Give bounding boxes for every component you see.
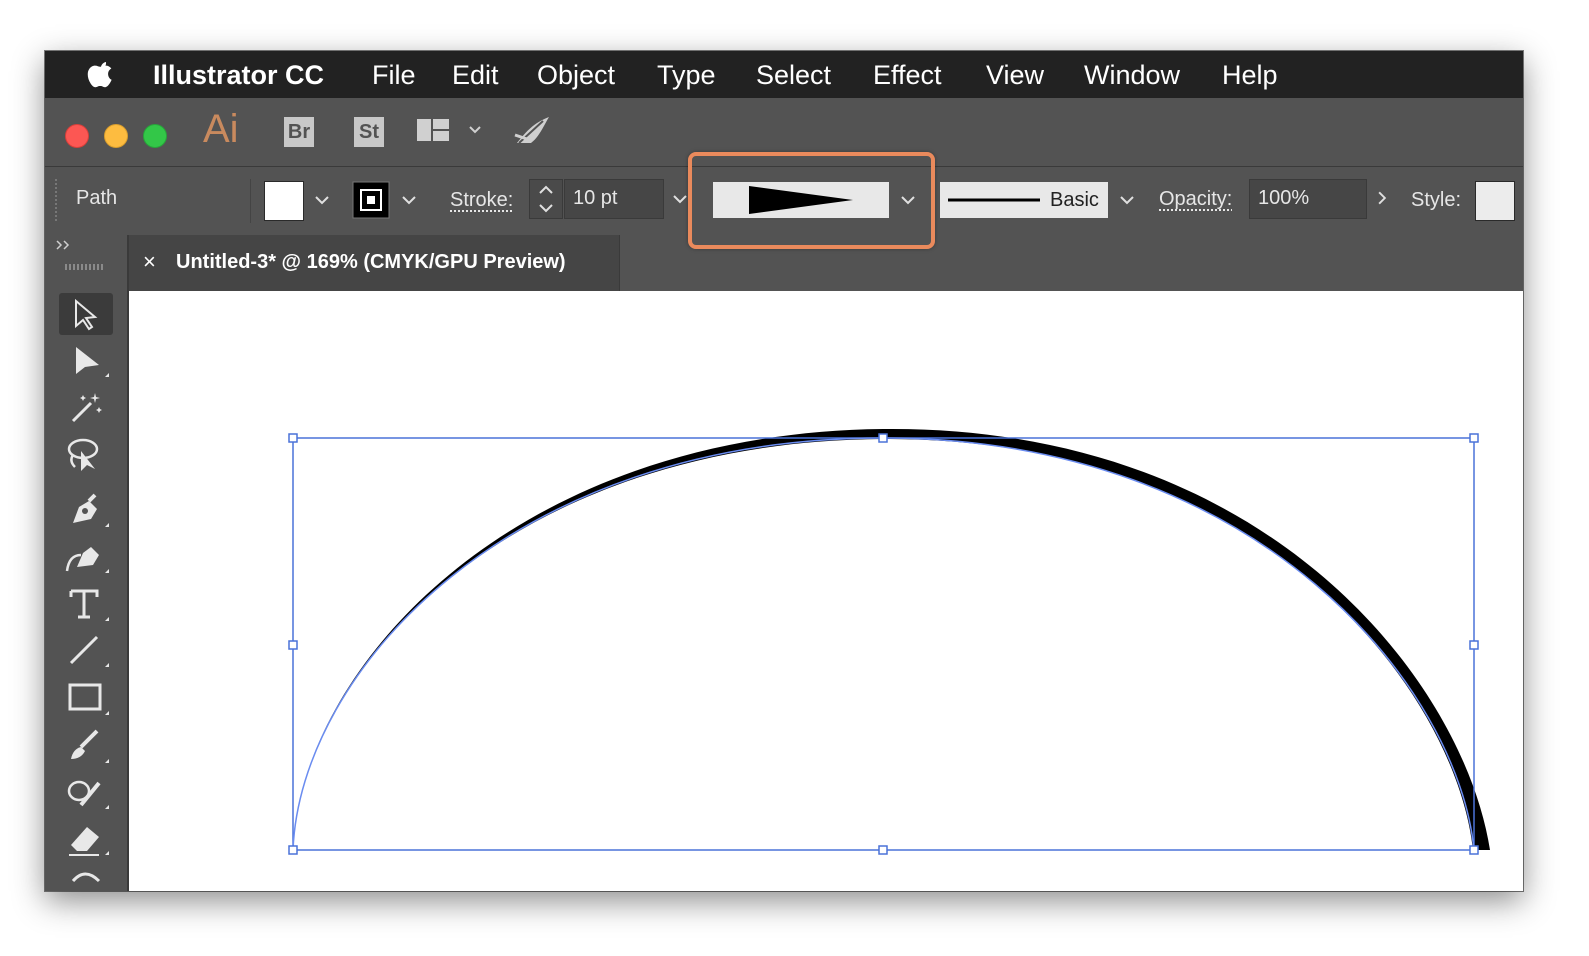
- opacity-slider-arrow-icon[interactable]: [1367, 179, 1397, 217]
- menu-file[interactable]: File: [372, 57, 416, 93]
- fill-dropdown-icon[interactable]: [307, 181, 337, 219]
- magic-wand-icon: [71, 393, 102, 423]
- bridge-button[interactable]: Br: [284, 117, 314, 147]
- bounding-box: [292, 437, 1475, 851]
- shaper-icon: [67, 780, 109, 809]
- lasso-icon: [67, 438, 99, 471]
- rotate-tool[interactable]: [59, 865, 113, 891]
- rectangle-icon: [68, 683, 109, 715]
- type-t-icon: [69, 589, 109, 621]
- selection-tool[interactable]: [59, 293, 113, 335]
- lasso-tool[interactable]: [59, 433, 113, 475]
- width-profile-highlight: [688, 152, 935, 249]
- curvature-pen-icon: [65, 547, 109, 573]
- minimize-window-button[interactable]: [104, 124, 128, 148]
- brush-dropdown-icon[interactable]: [1112, 181, 1142, 219]
- illustrator-logo: Ai: [203, 107, 239, 151]
- arc-path-stroke[interactable]: [293, 428, 1490, 850]
- style-label: Style:: [1411, 189, 1462, 211]
- line-segment-icon: [69, 635, 109, 667]
- document-title: Untitled-3* @ 169% (CMYK/GPU Preview): [176, 251, 566, 273]
- handle-top-center[interactable]: [878, 433, 888, 443]
- selected-path-outline: [292, 437, 1475, 851]
- basic-brush-line-icon: [948, 198, 1040, 202]
- artboard-canvas[interactable]: [129, 291, 1523, 891]
- app-name-menu[interactable]: Illustrator CC: [153, 57, 324, 93]
- opacity-label[interactable]: Opacity:: [1159, 188, 1232, 211]
- tools-panel-grip[interactable]: [65, 263, 105, 271]
- curvature-tool[interactable]: [59, 535, 113, 577]
- arrange-documents-icon[interactable]: [416, 118, 488, 144]
- handle-middle-right[interactable]: [1469, 640, 1479, 650]
- direct-selection-arrow-icon: [76, 347, 109, 377]
- menu-window[interactable]: Window: [1084, 57, 1180, 93]
- brush-name: Basic: [1050, 189, 1099, 211]
- eraser-icon: [69, 827, 109, 856]
- tools-panel: [45, 235, 129, 891]
- stroke-weight-input[interactable]: 10 pt: [564, 179, 664, 219]
- magic-wand-tool[interactable]: [59, 387, 113, 429]
- document-tab[interactable]: × Untitled-3* @ 169% (CMYK/GPU Preview): [129, 235, 620, 291]
- handle-bottom-center[interactable]: [878, 845, 888, 855]
- stock-button[interactable]: St: [354, 117, 384, 147]
- type-tool[interactable]: [59, 583, 113, 625]
- close-window-button[interactable]: [65, 124, 89, 148]
- apple-icon[interactable]: [87, 60, 115, 90]
- menu-bar: Illustrator CC File Edit Object Type Sel…: [45, 51, 1523, 98]
- handle-top-left[interactable]: [288, 433, 298, 443]
- handle-bottom-left[interactable]: [288, 845, 298, 855]
- rotate-icon: [71, 872, 101, 883]
- pen-tool[interactable]: [59, 489, 113, 531]
- menu-type[interactable]: Type: [657, 57, 716, 93]
- graphic-style-swatch[interactable]: [1475, 181, 1515, 221]
- line-segment-tool[interactable]: [59, 629, 113, 671]
- panel-grip[interactable]: [54, 179, 58, 223]
- handle-top-right[interactable]: [1469, 433, 1479, 443]
- menu-help[interactable]: Help: [1222, 57, 1278, 93]
- rectangle-tool[interactable]: [59, 677, 113, 719]
- close-tab-icon[interactable]: ×: [143, 249, 156, 275]
- zoom-window-button[interactable]: [143, 124, 167, 148]
- stroke-color-dropdown-icon[interactable]: [394, 181, 424, 219]
- artwork[interactable]: [129, 291, 1523, 891]
- menu-view[interactable]: View: [986, 57, 1044, 93]
- direct-selection-tool[interactable]: [59, 341, 113, 383]
- brush-definition-field[interactable]: Basic: [940, 182, 1108, 218]
- menu-object[interactable]: Object: [537, 57, 615, 93]
- handle-bottom-right[interactable]: [1469, 845, 1479, 855]
- pen-nib-icon: [73, 493, 109, 527]
- gpu-performance-icon[interactable]: [513, 113, 553, 149]
- selection-type-label: Path: [76, 187, 118, 209]
- fill-swatch[interactable]: [264, 181, 304, 221]
- menu-edit[interactable]: Edit: [452, 57, 499, 93]
- eraser-tool[interactable]: [59, 817, 113, 859]
- opacity-input[interactable]: 100%: [1249, 179, 1367, 219]
- paintbrush-icon: [71, 729, 109, 763]
- shaper-tool[interactable]: [59, 771, 113, 813]
- expand-panel-icon[interactable]: [55, 239, 75, 251]
- stroke-weight-stepper[interactable]: [529, 179, 563, 219]
- selection-handles[interactable]: [288, 433, 1479, 855]
- menu-effect[interactable]: Effect: [873, 57, 942, 93]
- selection-arrow-icon: [75, 298, 98, 331]
- stroke-swatch[interactable]: [352, 181, 390, 219]
- handle-middle-left[interactable]: [288, 640, 298, 650]
- stroke-label[interactable]: Stroke:: [450, 189, 513, 212]
- paintbrush-tool[interactable]: [59, 725, 113, 767]
- menu-select[interactable]: Select: [756, 57, 831, 93]
